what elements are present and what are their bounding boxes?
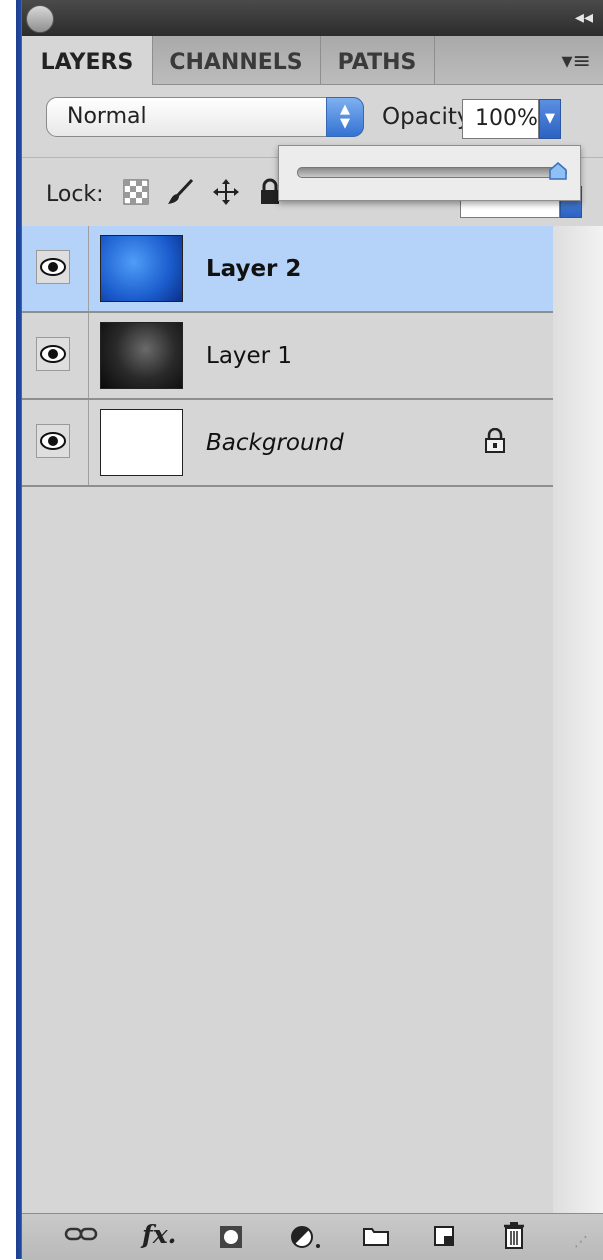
visibility-cell[interactable] bbox=[22, 313, 89, 398]
tab-layers[interactable]: LAYERS bbox=[22, 36, 153, 85]
blend-mode-select[interactable]: Normal ▲ ▼ bbox=[46, 97, 364, 137]
add-mask-icon[interactable] bbox=[218, 1224, 244, 1250]
up-down-arrows-icon: ▲ ▼ bbox=[326, 97, 364, 137]
opacity-slider-popup bbox=[278, 145, 581, 201]
visibility-cell[interactable] bbox=[22, 400, 89, 485]
resize-grip-icon[interactable]: ⋰ bbox=[574, 1234, 588, 1250]
eye-icon[interactable] bbox=[36, 424, 70, 458]
opacity-slider-track[interactable] bbox=[297, 167, 567, 178]
eye-icon[interactable] bbox=[36, 337, 70, 371]
tab-paths[interactable]: PATHS bbox=[320, 36, 435, 84]
layers-list: Layer 2 Layer 1 Background bbox=[22, 226, 554, 1236]
new-layer-icon[interactable] bbox=[432, 1224, 456, 1248]
window-edge bbox=[0, 0, 22, 1259]
lock-transparency-icon[interactable] bbox=[122, 178, 150, 206]
opacity-slider-thumb[interactable] bbox=[549, 162, 567, 180]
tab-channels[interactable]: CHANNELS bbox=[152, 36, 321, 84]
layer-row-background[interactable]: Background bbox=[22, 400, 553, 487]
opacity-input[interactable]: 100% bbox=[462, 99, 539, 139]
layer-thumbnail[interactable] bbox=[100, 235, 183, 302]
lock-paint-brush-icon[interactable] bbox=[166, 178, 194, 206]
layer-row-layer-2[interactable]: Layer 2 bbox=[22, 226, 553, 313]
opacity-dropdown-button[interactable]: ▼ bbox=[539, 99, 561, 139]
fx-layer-style-icon[interactable]: fx. bbox=[142, 1220, 176, 1249]
layer-row-layer-1[interactable]: Layer 1 bbox=[22, 313, 553, 400]
new-group-folder-icon[interactable] bbox=[362, 1224, 390, 1248]
close-circle-icon[interactable] bbox=[26, 5, 54, 33]
layer-name[interactable]: Layer 1 bbox=[206, 343, 292, 369]
blend-mode-value: Normal bbox=[67, 104, 147, 129]
layers-scrollbar[interactable] bbox=[553, 226, 603, 1236]
panel-tabs: LAYERS CHANNELS PATHS ▾≡ bbox=[22, 36, 603, 85]
bottom-toolbar: fx. ⋰ bbox=[22, 1213, 603, 1260]
layer-thumbnail[interactable] bbox=[100, 409, 183, 476]
adjustment-layer-icon[interactable] bbox=[290, 1224, 324, 1250]
visibility-cell[interactable] bbox=[22, 226, 89, 311]
trash-icon[interactable] bbox=[502, 1220, 526, 1250]
layer-name[interactable]: Background bbox=[206, 430, 344, 456]
double-chevron-right-icon[interactable]: ◂◂ bbox=[575, 9, 593, 27]
eye-icon[interactable] bbox=[36, 250, 70, 284]
layer-name[interactable]: Layer 2 bbox=[206, 256, 301, 282]
lock-label: Lock: bbox=[46, 182, 104, 207]
lock-icon bbox=[485, 428, 505, 453]
link-layers-icon[interactable] bbox=[64, 1224, 98, 1244]
lock-position-move-icon[interactable] bbox=[212, 178, 240, 206]
layers-panel: ◂◂ LAYERS CHANNELS PATHS ▾≡ Normal ▲ ▼ Op… bbox=[22, 0, 603, 1260]
panel-menu-icon[interactable]: ▾≡ bbox=[562, 49, 591, 74]
layer-thumbnail[interactable] bbox=[100, 322, 183, 389]
panel-titlebar[interactable]: ◂◂ bbox=[22, 0, 603, 36]
